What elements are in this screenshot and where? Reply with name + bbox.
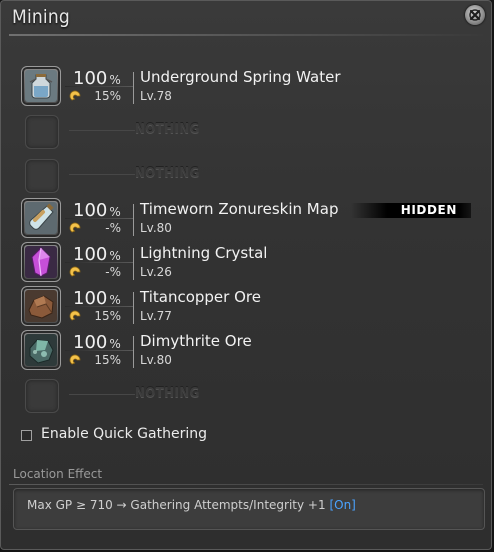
item-level: Lv.78 [140, 89, 172, 103]
item-icon-frame [21, 198, 61, 238]
gathering-slot[interactable]: 100% -% Lightning Crystal Lv.26 [21, 242, 481, 286]
location-effect-divider [9, 484, 483, 485]
item-level: Lv.77 [140, 309, 172, 323]
location-effect-text: Max GP ≥ 710 → Gathering Attempts/Integr… [27, 498, 356, 512]
success-rate: 100% [73, 332, 121, 353]
nothing-label: NOTHING [135, 122, 200, 137]
hq-chance: 15% [94, 89, 121, 103]
window-title: Mining [12, 6, 70, 28]
hq-chance: -% [105, 221, 121, 235]
nothing-line [69, 130, 135, 131]
success-rate: 100% [73, 68, 121, 89]
hq-chance: -% [105, 265, 121, 279]
item-icon-frame [21, 330, 61, 370]
nothing-label: NOTHING [135, 386, 200, 401]
gathering-slot[interactable]: 100% 15% Titancopper Ore Lv.77 [21, 286, 481, 330]
dimythrite-ore-icon [25, 334, 57, 366]
close-button[interactable] [465, 5, 485, 25]
water-jar-icon [25, 70, 57, 102]
hidden-badge: HIDDEN [351, 203, 471, 218]
quick-gathering-checkbox[interactable] [21, 430, 32, 441]
item-name: Titancopper Ore [140, 288, 261, 306]
gathering-slot[interactable]: 100% 15% Underground Spring Water Lv.78 [21, 66, 481, 110]
item-name: Lightning Crystal [140, 244, 268, 262]
title-divider [9, 34, 483, 36]
location-effect-status: [On] [329, 498, 356, 512]
item-icon-frame [21, 66, 61, 106]
location-effect-description: Max GP ≥ 710 → Gathering Attempts/Integr… [27, 498, 326, 512]
lightning-crystal-icon [25, 246, 57, 278]
gathering-slot-empty: NOTHING [21, 155, 481, 199]
success-rate: 100% [73, 244, 121, 265]
success-rate: 100% [73, 200, 121, 221]
empty-slot [25, 159, 59, 193]
column-divider [133, 204, 134, 236]
item-name: Underground Spring Water [140, 68, 341, 86]
item-name: Timeworn Zonureskin Map [140, 200, 339, 218]
title-bar[interactable]: Mining [1, 1, 491, 37]
item-name: Dimythrite Ore [140, 332, 252, 350]
gathering-slot[interactable]: 100% -% Timeworn Zonureskin Map Lv.80 HI… [21, 198, 481, 242]
mining-window: Mining 100% 15% Underground Spring Water… [0, 0, 492, 550]
close-icon [469, 9, 481, 21]
column-divider [133, 336, 134, 368]
gathering-slot-empty: NOTHING [21, 375, 481, 419]
nothing-line [69, 174, 135, 175]
location-effect-panel: Max GP ≥ 710 → Gathering Attempts/Integr… [13, 488, 485, 530]
item-icon-frame [21, 286, 61, 326]
location-effect-heading: Location Effect [13, 467, 103, 481]
item-level: Lv.80 [140, 353, 172, 367]
hq-chance: 15% [94, 309, 121, 323]
column-divider [133, 72, 134, 104]
gathering-slot-empty: NOTHING [21, 111, 481, 155]
nothing-label: NOTHING [135, 166, 200, 181]
empty-slot [25, 379, 59, 413]
item-level: Lv.80 [140, 221, 172, 235]
titancopper-ore-icon [25, 290, 57, 322]
success-rate: 100% [73, 288, 121, 309]
item-icon-frame [21, 242, 61, 282]
nothing-line [69, 394, 135, 395]
item-level: Lv.26 [140, 265, 172, 279]
column-divider [133, 248, 134, 280]
quick-gathering-label: Enable Quick Gathering [41, 426, 207, 442]
gathering-slot[interactable]: 100% 15% Dimythrite Ore Lv.80 [21, 330, 481, 374]
empty-slot [25, 115, 59, 149]
map-bottle-icon [25, 202, 57, 234]
column-divider [133, 292, 134, 324]
hq-chance: 15% [94, 353, 121, 367]
